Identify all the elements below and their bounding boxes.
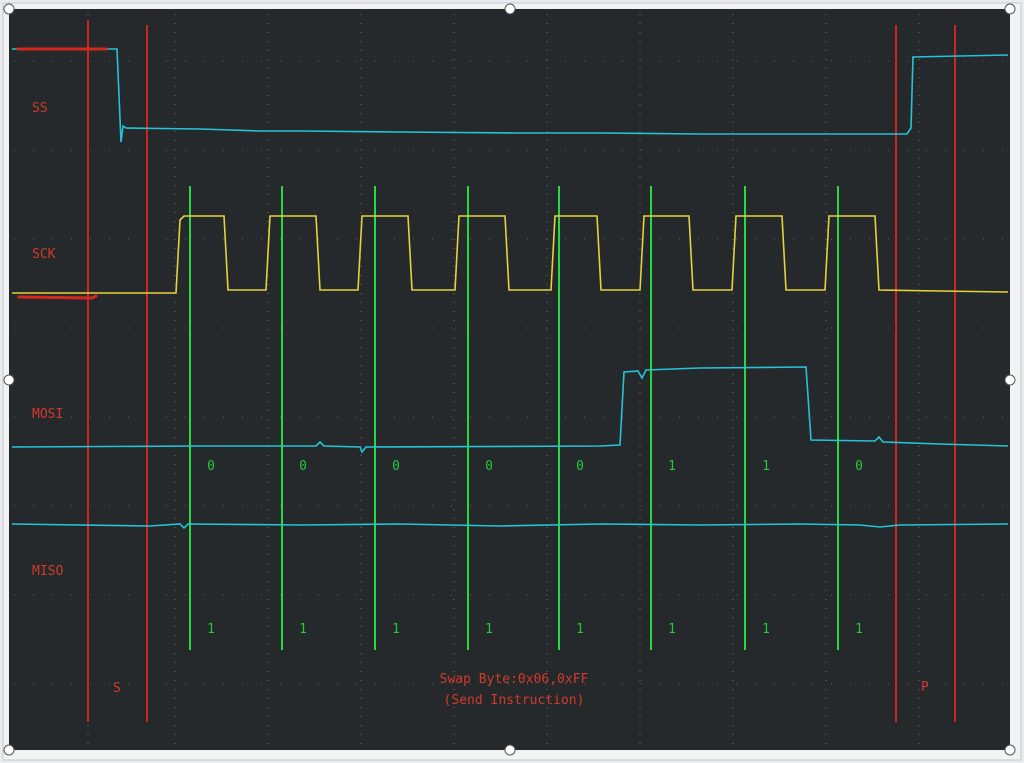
miso-label: MISO [32, 564, 63, 579]
mosi-bit-value: 1 [668, 459, 676, 474]
sck-label: SCK [32, 247, 56, 262]
miso-bit-value: 1 [855, 622, 863, 637]
ss-label: SS [32, 101, 48, 116]
miso-bit-value: 1 [299, 622, 307, 637]
resize-handle-middle-left[interactable] [3, 374, 15, 386]
mosi-bit-value: 0 [299, 459, 307, 474]
resize-handle-top-right[interactable] [1004, 3, 1016, 15]
miso-bit-value: 1 [576, 622, 584, 637]
miso-bit-value: 1 [392, 622, 400, 637]
scope-screen [9, 9, 1010, 750]
start-condition-label: S [113, 681, 121, 696]
mosi-bit-value: 0 [855, 459, 863, 474]
resize-handle-bottom-right[interactable] [1004, 744, 1016, 756]
caption-line-1: Swap Byte:0x06,0xFF [440, 672, 589, 687]
mosi-bit-value: 0 [392, 459, 400, 474]
oscilloscope-capture: SS SCK MOSI MISO S P 0 0 0 0 0 1 1 0 1 1 1 1 1 1 1 1 S… [2, 2, 1022, 761]
mosi-bit-value: 0 [576, 459, 584, 474]
miso-bit-value: 1 [762, 622, 770, 637]
resize-handle-bottom-left[interactable] [3, 744, 15, 756]
miso-bit-value: 1 [668, 622, 676, 637]
caption-line-2: (Send Instruction) [444, 693, 585, 708]
mosi-bit-value: 0 [207, 459, 215, 474]
miso-bit-value: 1 [485, 622, 493, 637]
resize-handle-bottom-center[interactable] [504, 744, 516, 756]
resize-handle-middle-right[interactable] [1004, 374, 1016, 386]
mosi-bit-value: 0 [485, 459, 493, 474]
resize-handle-top-center[interactable] [504, 3, 516, 15]
mosi-label: MOSI [32, 407, 63, 422]
mosi-bit-value: 1 [762, 459, 770, 474]
stop-condition-label: P [921, 680, 929, 695]
resize-handle-top-left[interactable] [3, 3, 15, 15]
miso-bit-value: 1 [207, 622, 215, 637]
